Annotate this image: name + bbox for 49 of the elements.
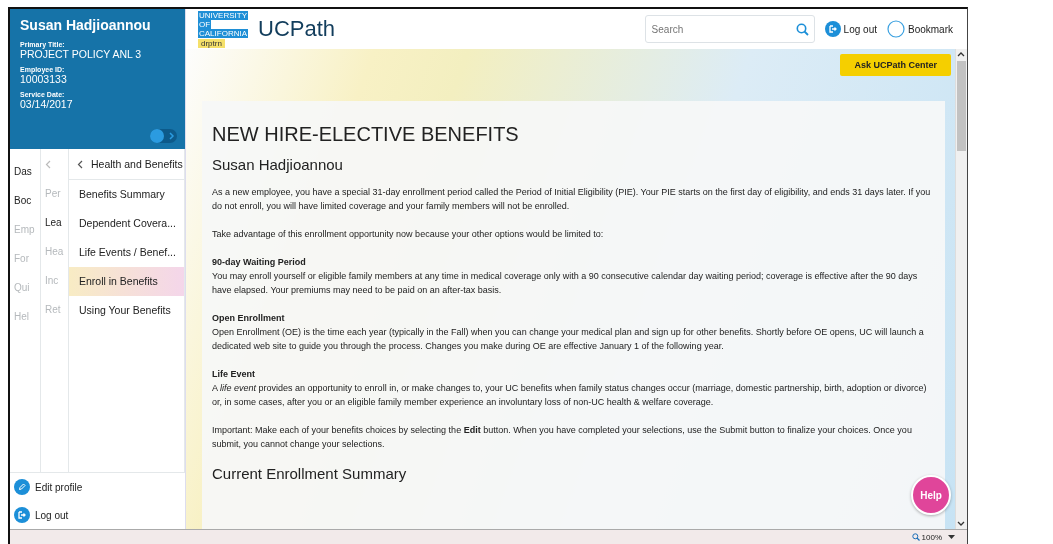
paragraph: Important: Make each of your benefits choices by selecting the Edit button. When you have completed your selections, use the Submit button to finalize your choices. Once you submit, you cannot change your selections.	[212, 424, 913, 451]
section-heading: Open Enrollment	[212, 312, 286, 325]
submenu-item[interactable]: Life Events / Benef...	[69, 238, 184, 267]
scrollbar[interactable]	[955, 49, 967, 529]
logo-text: CALIFORNIA	[198, 28, 248, 38]
edit-profile-link[interactable]: Edit profile	[35, 481, 83, 493]
bookmark-button[interactable]: Bookmark	[887, 20, 953, 38]
search-field[interactable]: Search	[644, 15, 815, 43]
logout-button[interactable]: Log out	[824, 21, 877, 37]
back-chevron-icon[interactable]	[77, 159, 83, 169]
logout-icon	[14, 507, 30, 523]
submenu-item[interactable]: Using Your Benefits	[69, 296, 184, 325]
app-name: UCPath	[258, 16, 336, 42]
section-heading: Life Event	[212, 368, 256, 381]
scrollbar-thumb[interactable]	[957, 61, 966, 151]
logo-text: UNIVERSITY	[198, 10, 248, 20]
nav-item[interactable]: Das	[10, 157, 40, 186]
section-heading: 90-day Waiting Period	[212, 256, 307, 269]
paragraph: As a new employee, you have a special 31-day enrollment period called the Period of Initial Eligibility (PIE). Your PIE starts on the first day of eligibility, and ends 31 days later. If you do not enroll, you will have limited coverage and your family members will not be enrolled.	[212, 186, 932, 213]
page-title: NEW HIRE-ELECTIVE BENEFITS	[212, 123, 520, 146]
collapse-toggle[interactable]	[150, 129, 177, 143]
section-title: Current Enrollment Summary	[212, 465, 408, 482]
pencil-icon	[14, 479, 30, 495]
logout-icon	[824, 21, 841, 37]
nav-item[interactable]: Boc	[10, 186, 40, 215]
paragraph: Take advantage of this enrollment opportunity now because your other options would be limited to:	[212, 228, 605, 241]
nav-item[interactable]: Lea	[41, 208, 68, 237]
employee-name-heading: Susan Hadjioannou	[212, 156, 344, 173]
field-value: 03/14/2017	[20, 98, 74, 110]
submenu-item[interactable]: Dependent Covera...	[69, 209, 184, 238]
magnifier-icon	[911, 533, 920, 541]
field-value: PROJECT POLICY ANL 3	[20, 48, 143, 60]
dropdown-caret-icon[interactable]	[948, 535, 955, 539]
chevron-icon	[169, 132, 175, 140]
environment-tag: drptrn	[198, 38, 225, 48]
paragraph: A life event provides an opportunity to enroll in, or make changes to, your UC benefits when family status changes occur (marriage, domestic partnership, birth, adoption or divorce) or, in some cases, after you or an eligible family member experience an involuntary loss of non-UC health & welfare coverage.	[212, 382, 928, 409]
circle-icon	[887, 20, 905, 38]
submenu-item[interactable]: Enroll in Benefits	[69, 267, 184, 296]
paragraph: Open Enrollment (OE) is the time each year (typically in the Fall) when you can change your medical plan and sign up for other benefits. Shortly before OE opens, UC will launch a dedicated web site to guide you through the process. Changes you make during OE are effective January 1 of the following year.	[212, 326, 925, 353]
search-icon[interactable]	[795, 23, 809, 36]
ask-center-button[interactable]: Ask UCPath Center	[840, 54, 951, 76]
logout-link[interactable]: Log out	[35, 509, 69, 521]
submenu-title: Health and Benefits	[91, 158, 183, 170]
logo-text: OF	[198, 19, 212, 29]
employee-name: Susan Hadjioannou	[20, 17, 152, 33]
zoom-level[interactable]: 100%	[911, 532, 942, 542]
paragraph: You may enroll yourself or eligible family members at any time in medical coverage only with a 90 consecutive calendar day waiting period; coverage is effective after the 90 days have elapsed. Your premiums may need to be paid on an after-tax basis.	[212, 270, 919, 297]
field-value: 10003133	[20, 73, 68, 85]
submenu-item[interactable]: Benefits Summary	[69, 180, 184, 209]
